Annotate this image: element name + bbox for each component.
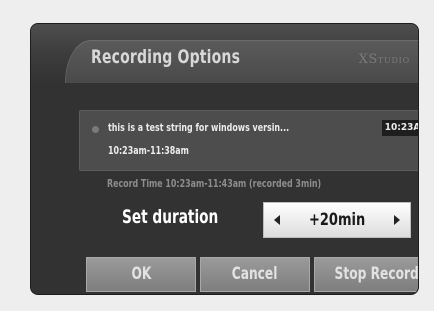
cancel-button-label: Cancel xyxy=(232,264,278,284)
bullet-icon xyxy=(92,126,99,133)
title-bar: Recording Options XSTUDIO xyxy=(31,24,418,83)
set-duration-label: Set duration xyxy=(122,206,219,228)
duration-value: +20min xyxy=(264,203,410,237)
ok-button-label: OK xyxy=(131,264,151,284)
program-title: this is a test string for windows versin… xyxy=(108,121,290,134)
stop-record-button-label: Stop Record xyxy=(334,264,418,284)
duration-spinner[interactable]: +20min xyxy=(263,202,411,238)
brand-logo: XSTUDIO xyxy=(359,52,410,67)
time-badge: 10:23AM xyxy=(382,120,418,136)
brand-logo-main: XS xyxy=(358,52,378,67)
ok-button[interactable]: OK xyxy=(86,257,196,292)
program-info: this is a test string for windows versin… xyxy=(79,110,418,171)
brand-logo-small: TUDIO xyxy=(377,56,410,65)
program-time-range: 10:23am-11:38am xyxy=(108,144,189,157)
recording-options-dialog: Recording Options XSTUDIO this is a test… xyxy=(31,24,418,294)
dialog-title: Recording Options xyxy=(91,46,241,68)
record-time-text: Record Time 10:23am-11:43am (recorded 3m… xyxy=(107,177,322,190)
screen: Recording Options XSTUDIO this is a test… xyxy=(0,0,434,311)
stop-record-button[interactable]: Stop Record xyxy=(314,257,418,292)
duration-value-text: +20min xyxy=(308,210,366,230)
cancel-button[interactable]: Cancel xyxy=(200,257,310,292)
increase-arrow-icon[interactable] xyxy=(394,215,400,225)
